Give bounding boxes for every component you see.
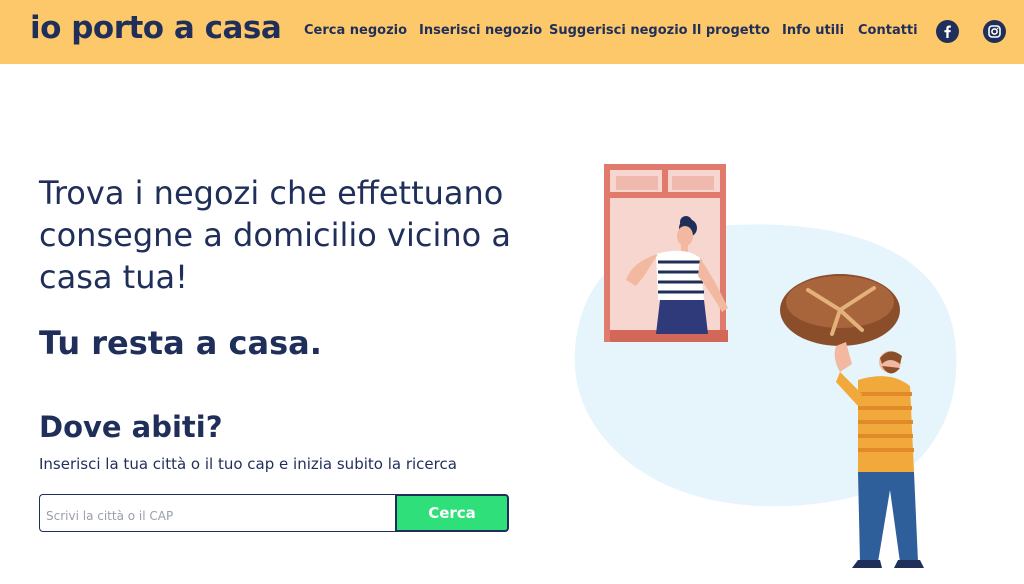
nav-cerca-negozio[interactable]: Cerca negozio bbox=[304, 23, 407, 38]
hero-tagline: Tu resta a casa. bbox=[39, 324, 322, 362]
nav-contatti[interactable]: Contatti bbox=[858, 23, 918, 38]
facebook-icon[interactable] bbox=[936, 20, 959, 43]
search-subtitle: Inserisci la tua città o il tuo cap e in… bbox=[39, 455, 457, 473]
delivery-illustration bbox=[574, 164, 957, 568]
site-logo[interactable]: io porto a casa bbox=[30, 10, 282, 46]
instagram-icon[interactable] bbox=[983, 20, 1006, 43]
nav-suggerisci-negozio[interactable]: Suggerisci negozio bbox=[549, 23, 688, 38]
hero-headline: Trova i negozi che effettuano consegne a… bbox=[39, 174, 511, 296]
city-search-input[interactable] bbox=[39, 494, 396, 532]
nav-info-utili[interactable]: Info utili bbox=[782, 23, 844, 38]
search-title: Dove abiti? bbox=[39, 410, 223, 444]
search-button[interactable]: Cerca bbox=[395, 494, 509, 532]
top-navigation-bar: io porto a casa Cerca negozio Inserisci … bbox=[0, 0, 1024, 64]
nav-il-progetto[interactable]: Il progetto bbox=[692, 23, 770, 38]
nav-inserisci-negozio[interactable]: Inserisci negozio bbox=[419, 23, 542, 38]
